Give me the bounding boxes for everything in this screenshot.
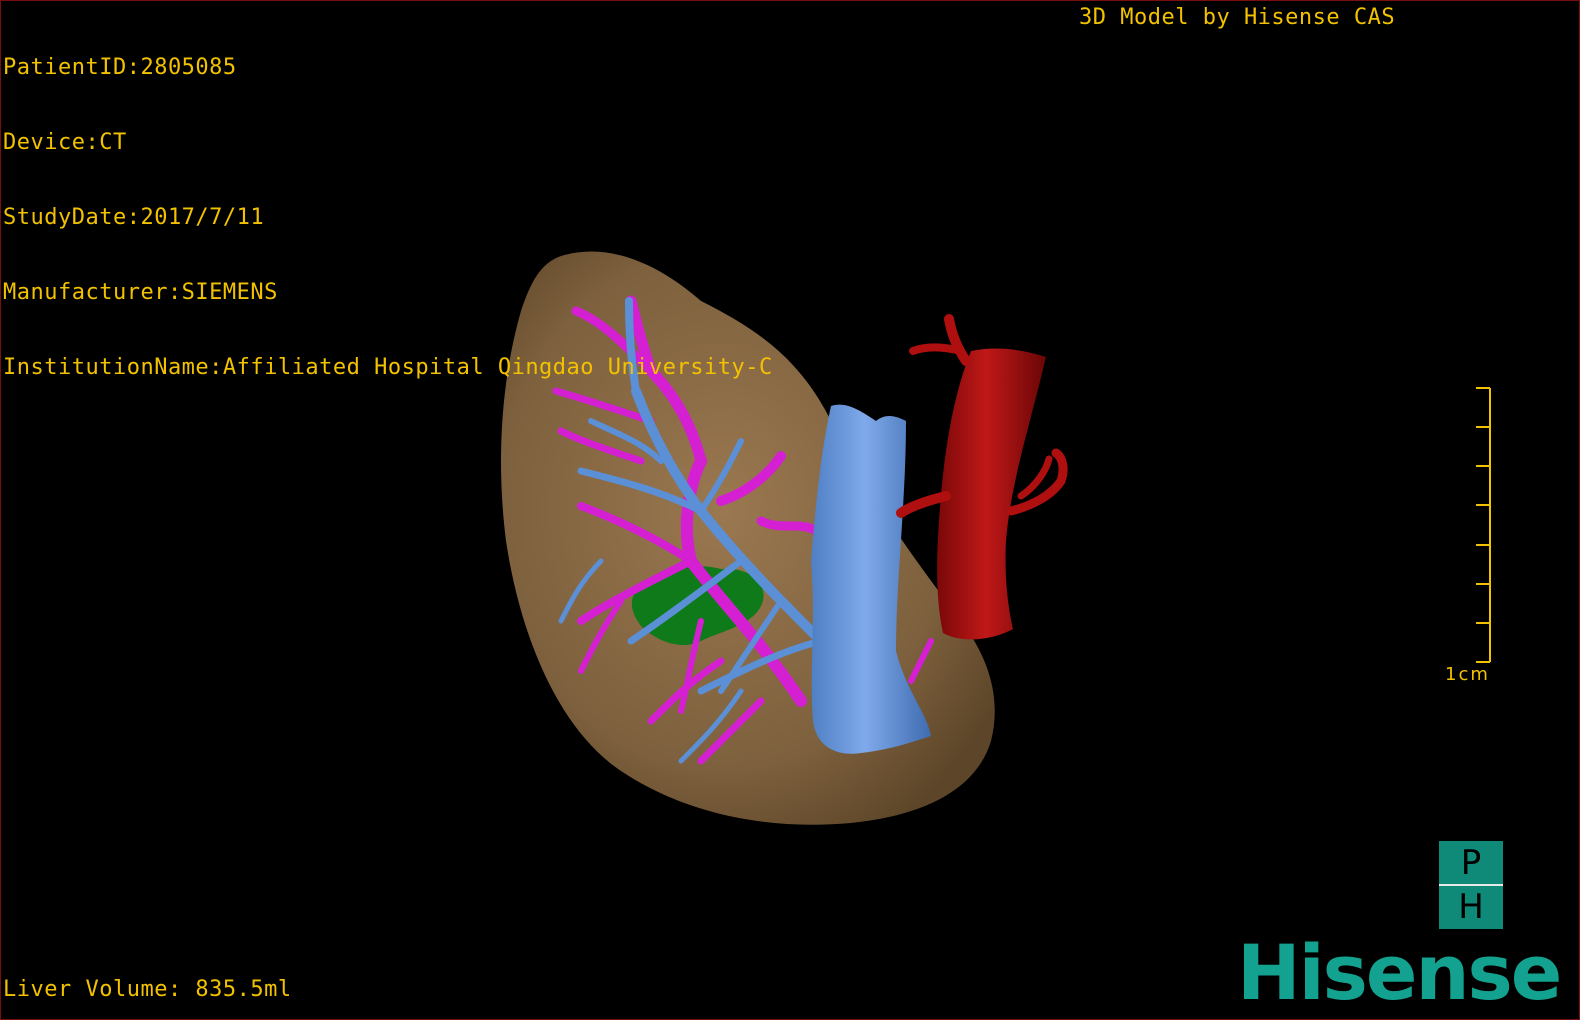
ph-logo: P H: [1439, 841, 1503, 929]
scale-label: 1cm: [1445, 664, 1490, 685]
model-credit-text: 3D Model by Hisense CAS: [1079, 5, 1396, 30]
manufacturer-text: Manufacturer:SIEMENS: [3, 280, 278, 305]
ph-logo-p: P: [1460, 843, 1482, 883]
aorta: [937, 348, 1046, 640]
3d-viewport[interactable]: PatientID:2805085 Device:CT StudyDate:20…: [0, 0, 1580, 1020]
study-date-text: StudyDate:2017/7/11: [3, 205, 265, 230]
device-text: Device:CT: [3, 130, 127, 155]
liver-volume-text: Liver Volume: 835.5ml: [3, 977, 292, 1002]
hisense-logo: Hisense: [1237, 928, 1562, 1017]
institution-name-text: InstitutionName:Affiliated Hospital Qing…: [3, 355, 773, 380]
ph-logo-h: H: [1458, 887, 1484, 927]
scale-bar: [1476, 387, 1491, 663]
patient-info-overlay: PatientID:2805085 Device:CT StudyDate:20…: [3, 5, 773, 430]
patient-id-text: PatientID:2805085: [3, 55, 237, 80]
